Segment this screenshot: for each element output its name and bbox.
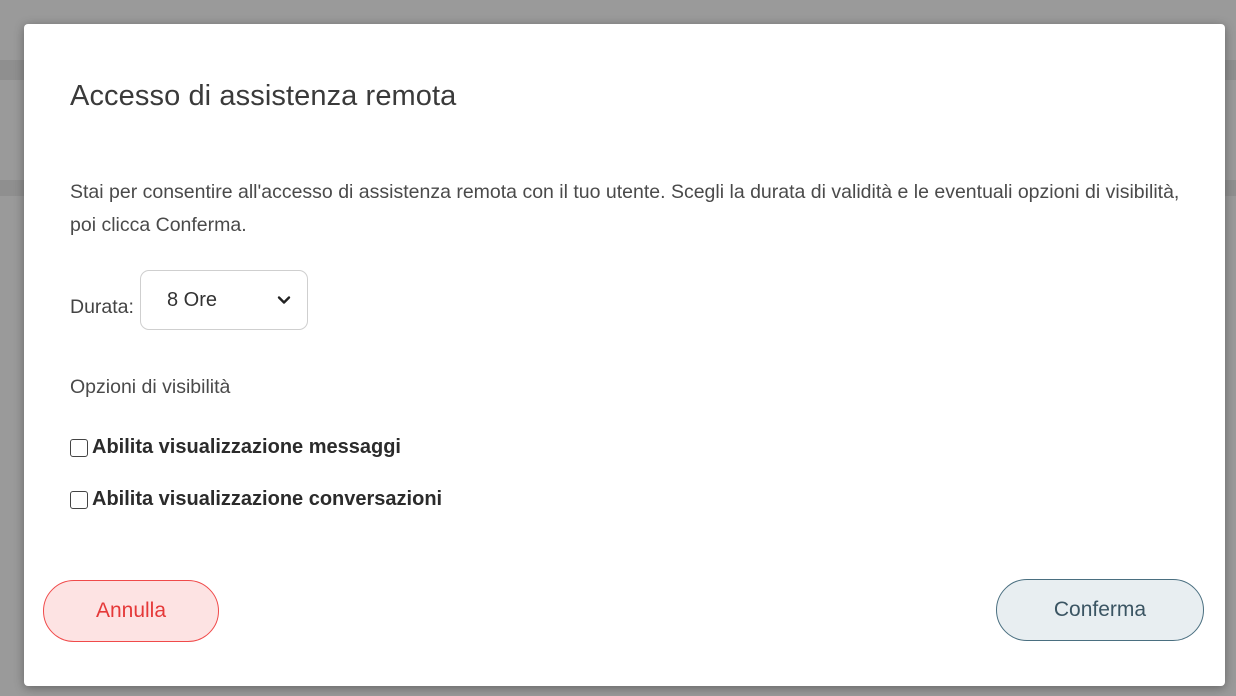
- duration-select-value: 8 Ore: [166, 288, 217, 311]
- visibility-section-label: Opzioni di visibilità: [70, 376, 231, 398]
- option-message-visibility[interactable]: Abilita visualizzazione messaggi: [70, 436, 401, 459]
- dialog-description: Stai per consentire all'accesso di assis…: [70, 181, 1180, 236]
- duration-row: Durata: 8 Ore: [70, 268, 308, 332]
- confirm-button[interactable]: Conferma: [996, 579, 1204, 641]
- cancel-button[interactable]: Annulla: [43, 580, 219, 642]
- option-conversation-visibility[interactable]: Abilita visualizzazione conversazioni: [70, 488, 442, 511]
- duration-select[interactable]: 8 Ore: [139, 270, 308, 330]
- conversation-visibility-checkbox[interactable]: [70, 490, 88, 509]
- chevron-down-icon: [275, 291, 293, 309]
- conversation-visibility-label: Abilita visualizzazione conversazioni: [92, 488, 443, 510]
- dialog-title: Accesso di assistenza remota: [70, 80, 457, 112]
- duration-label: Durata:: [70, 295, 134, 318]
- message-visibility-label: Abilita visualizzazione messaggi: [92, 436, 401, 458]
- message-visibility-checkbox[interactable]: [70, 438, 88, 457]
- remote-assistance-dialog: Accesso di assistenza remota Stai per co…: [24, 24, 1225, 686]
